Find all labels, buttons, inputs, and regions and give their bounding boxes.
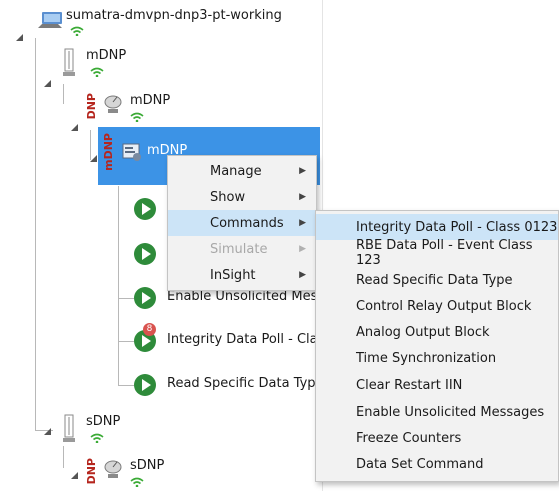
command-freeze-counters[interactable]: Freeze Counters bbox=[316, 425, 558, 451]
command-read-specific-data-type[interactable]: Read Specific Data Type bbox=[316, 267, 558, 293]
device-config-icon bbox=[122, 143, 141, 161]
tree-branch bbox=[118, 341, 134, 342]
command-clear-restart-iin[interactable]: Clear Restart IIN bbox=[316, 372, 558, 398]
command-label: Clear Restart IIN bbox=[356, 377, 463, 393]
expand-arrow-icon[interactable] bbox=[69, 122, 79, 132]
menu-item-show[interactable]: Show ▶ bbox=[168, 184, 316, 210]
tree-branch bbox=[118, 298, 134, 299]
device-label: sumatra-dmvpn-dnp3-pt-working bbox=[66, 8, 282, 23]
action-label: Integrity Data Poll - Clas bbox=[167, 332, 325, 347]
command-label: Enable Unsolicited Messages bbox=[356, 404, 545, 420]
play-icon bbox=[134, 287, 156, 309]
master-label: mDNP bbox=[86, 48, 127, 63]
satellite-dish-icon bbox=[104, 95, 122, 113]
dnp-badge: DNP bbox=[85, 458, 98, 485]
command-label: Integrity Data Poll - Class 0123 bbox=[356, 219, 558, 235]
expand-arrow-icon[interactable] bbox=[42, 78, 52, 88]
slave-label: sDNP bbox=[86, 414, 121, 429]
dnp-badge: DNP bbox=[85, 93, 98, 120]
command-label: Analog Output Block bbox=[356, 324, 490, 340]
error-badge: 8 bbox=[143, 323, 156, 336]
command-control-relay-output-block[interactable]: Control Relay Output Block bbox=[316, 293, 558, 319]
play-icon[interactable] bbox=[134, 243, 156, 265]
command-label: Freeze Counters bbox=[356, 430, 462, 446]
tree-branch bbox=[118, 385, 134, 386]
tree-node-master-app[interactable]: DNP mDNP bbox=[85, 93, 171, 120]
command-label: Read Specific Data Type bbox=[356, 272, 513, 288]
menu-item-label: InSight bbox=[210, 267, 256, 283]
submenu-arrow-icon: ▶ bbox=[299, 270, 306, 280]
menu-item-label: Simulate bbox=[210, 241, 268, 257]
menu-item-label: Commands bbox=[210, 215, 284, 231]
server-icon bbox=[63, 414, 75, 442]
satellite-dish-icon bbox=[104, 460, 122, 478]
slave-app-label: sDNP bbox=[130, 458, 165, 473]
submenu-arrow-icon: ▶ bbox=[299, 166, 306, 176]
submenu-arrow-icon: ▶ bbox=[299, 244, 306, 254]
master-app-label: mDNP bbox=[130, 93, 171, 108]
tree-line-root bbox=[35, 38, 36, 430]
wifi-icon bbox=[70, 26, 84, 36]
submenu-arrow-icon: ▶ bbox=[299, 192, 306, 202]
tree-node-action[interactable]: Integrity Data Poll - Clas bbox=[134, 330, 324, 352]
menu-item-label: Manage bbox=[210, 163, 262, 179]
command-label: RBE Data Poll - Event Class 123 bbox=[356, 238, 533, 268]
menu-item-manage[interactable]: Manage ▶ bbox=[168, 158, 316, 184]
command-label: Time Synchronization bbox=[356, 350, 497, 366]
menu-item-label: Show bbox=[210, 189, 246, 205]
command-rbe-data-poll[interactable]: RBE Data Poll - Event Class 123 bbox=[316, 238, 558, 268]
wifi-icon bbox=[130, 477, 144, 487]
tree-line-actions bbox=[118, 186, 119, 386]
action-label: Enable Unsolicited Mes bbox=[167, 289, 318, 304]
tree-node-action[interactable]: Read Specific Data Type bbox=[134, 374, 324, 396]
router-icon bbox=[38, 12, 62, 28]
command-label: Data Set Command bbox=[356, 456, 484, 472]
expand-arrow-icon[interactable] bbox=[42, 426, 52, 436]
play-icon[interactable] bbox=[134, 198, 156, 220]
wifi-icon bbox=[90, 433, 104, 443]
command-data-set-command[interactable]: Data Set Command bbox=[316, 451, 558, 477]
command-analog-output-block[interactable]: Analog Output Block bbox=[316, 319, 558, 345]
menu-item-insight[interactable]: InSight ▶ bbox=[168, 262, 316, 288]
wifi-icon bbox=[130, 112, 144, 122]
commands-submenu: Integrity Data Poll - Class 0123 RBE Dat… bbox=[315, 210, 559, 482]
command-enable-unsolicited-messages[interactable]: Enable Unsolicited Messages bbox=[316, 399, 558, 425]
expand-arrow-icon[interactable] bbox=[88, 153, 98, 163]
action-label: Read Specific Data Type bbox=[167, 376, 324, 391]
tree-line-slave bbox=[63, 446, 64, 468]
menu-item-commands[interactable]: Commands ▶ bbox=[168, 210, 316, 236]
command-time-synchronization[interactable]: Time Synchronization bbox=[316, 345, 558, 371]
tree-line-master bbox=[63, 84, 64, 104]
tree-node-slave-app[interactable]: DNP sDNP bbox=[85, 458, 165, 485]
mdnp-badge: mDNP bbox=[102, 133, 115, 171]
play-icon bbox=[134, 374, 156, 396]
submenu-arrow-icon: ▶ bbox=[299, 218, 306, 228]
command-label: Control Relay Output Block bbox=[356, 298, 532, 314]
server-icon bbox=[63, 48, 75, 76]
command-integrity-data-poll[interactable]: Integrity Data Poll - Class 0123 bbox=[316, 214, 558, 240]
context-menu: Manage ▶ Show ▶ Commands ▶ Simulate ▶ In… bbox=[167, 155, 317, 291]
wifi-icon bbox=[90, 67, 104, 77]
menu-item-simulate: Simulate ▶ bbox=[168, 236, 316, 262]
expand-arrow-icon[interactable] bbox=[69, 470, 79, 480]
expand-arrow-icon[interactable] bbox=[14, 32, 24, 42]
